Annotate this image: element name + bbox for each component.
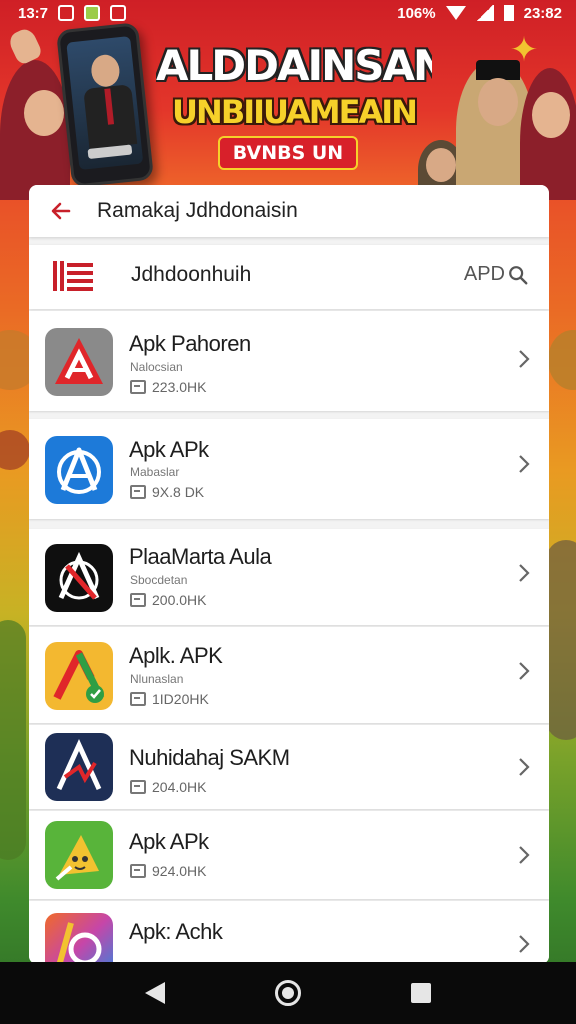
black-a-icon — [45, 544, 113, 612]
app-name: Apk Pahoren — [129, 331, 251, 356]
file-size-icon — [130, 864, 146, 878]
system-nav-bar — [0, 962, 576, 1024]
file-size-icon — [130, 692, 146, 706]
notification-icon — [58, 5, 75, 21]
app-subtitle: Mabaslar — [130, 465, 180, 479]
list-item[interactable]: Nuhidahaj SAKM 204.0HK — [29, 725, 549, 809]
gradient-a-icon — [45, 913, 113, 964]
banner-person-left — [0, 60, 70, 200]
chevron-right-icon — [517, 756, 531, 778]
app-size: 204.0HK — [130, 779, 206, 795]
file-size-icon — [130, 380, 146, 394]
banner-title: ALDDAINSAN — [156, 41, 432, 90]
search-title: Jdhdoonhuih — [131, 263, 252, 286]
search-action-label: APD — [463, 263, 505, 285]
nav-recents-icon[interactable] — [411, 983, 431, 1003]
banner-subtitle: UNBIIUAMEAIN — [172, 93, 418, 131]
file-size-icon — [130, 780, 146, 794]
banner-phone-image — [55, 22, 155, 188]
app-subtitle: Nalocsian — [130, 360, 183, 374]
app-size: 9X.8 DK — [130, 484, 204, 500]
back-arrow-icon — [51, 202, 71, 220]
background-decoration — [548, 330, 576, 390]
file-size-icon — [130, 485, 146, 499]
app-list-panel: Ramakaj Jdhdonaisin Jdhdoonhuih APD Apk … — [29, 185, 549, 964]
background-decoration — [0, 430, 30, 470]
app-name: Apk APk — [129, 437, 209, 462]
app-size: 1ID20HK — [130, 691, 209, 707]
chevron-right-icon — [517, 453, 531, 475]
battery-icon — [503, 5, 514, 21]
app-notification-icon — [84, 5, 101, 21]
file-size-icon — [130, 593, 146, 607]
chevron-right-icon — [517, 562, 531, 584]
app-name: PlaaMarta Aula — [129, 544, 272, 569]
blue-a-icon — [45, 436, 113, 504]
banner-person-right-3 — [520, 68, 576, 200]
yellow-a-icon — [45, 642, 113, 710]
background-decoration — [0, 620, 26, 860]
garuda-emblem-icon: ✦ — [509, 31, 539, 69]
app-subtitle: Nlunaslan — [130, 672, 184, 686]
chevron-right-icon — [517, 933, 531, 955]
chevron-right-icon — [517, 844, 531, 866]
list-item[interactable]: Apk APk 924.0HK — [29, 811, 549, 899]
search-icon — [509, 265, 528, 284]
list-item[interactable]: PlaaMarta Aula Sbocdetan 200.0HK — [29, 529, 549, 625]
list-item[interactable]: Apk Pahoren Nalocsian 223.0HK — [29, 311, 549, 411]
chevron-right-icon — [517, 660, 531, 682]
list-item[interactable]: Apk: Achk — [29, 901, 549, 964]
signal-icon — [475, 5, 494, 21]
top-app-bar: Ramakaj Jdhdonaisin — [29, 185, 549, 237]
app-subtitle: Sbocdetan — [130, 573, 188, 587]
list-item[interactable]: Apk APk Mabaslar 9X.8 DK — [29, 419, 549, 519]
app-name: Nuhidahaj SAKM — [129, 745, 290, 770]
banner-cta-button[interactable]: BVNBS UN — [218, 136, 358, 170]
status-time: 13:7 — [18, 4, 49, 22]
red-a-icon — [45, 328, 113, 396]
app-size: 200.0HK — [130, 592, 206, 608]
page-title: Ramakaj Jdhdonaisin — [97, 199, 298, 222]
nav-back-icon[interactable] — [145, 982, 165, 1004]
navy-a-icon — [45, 733, 113, 801]
list-item[interactable]: Aplk. APK Nlunaslan 1ID20HK — [29, 627, 549, 723]
back-button[interactable] — [29, 185, 93, 237]
wifi-icon — [445, 6, 466, 20]
promo-banner[interactable]: ✦ ALDDAINSAN UNBIIUAMEAIN BVNBS UN — [0, 0, 576, 200]
nav-home-icon[interactable] — [275, 980, 301, 1006]
media-icon — [110, 5, 127, 21]
app-name: Apk APk — [129, 829, 209, 854]
background-decoration — [546, 540, 576, 740]
status-bar: 13:7 106% 23:82 — [0, 0, 576, 26]
app-name: Apk: Achk — [129, 919, 223, 944]
battery-percent: 106% — [397, 4, 436, 22]
chevron-right-icon — [517, 348, 531, 370]
search-button[interactable]: APD — [464, 263, 529, 286]
status-clock: 23:82 — [523, 4, 562, 22]
app-size: 223.0HK — [130, 379, 206, 395]
flag-logo-icon — [53, 261, 93, 291]
search-bar[interactable]: Jdhdoonhuih APD — [29, 245, 549, 309]
app-size: 924.0HK — [130, 863, 206, 879]
app-name: Aplk. APK — [129, 643, 223, 668]
green-a-icon — [45, 821, 113, 889]
